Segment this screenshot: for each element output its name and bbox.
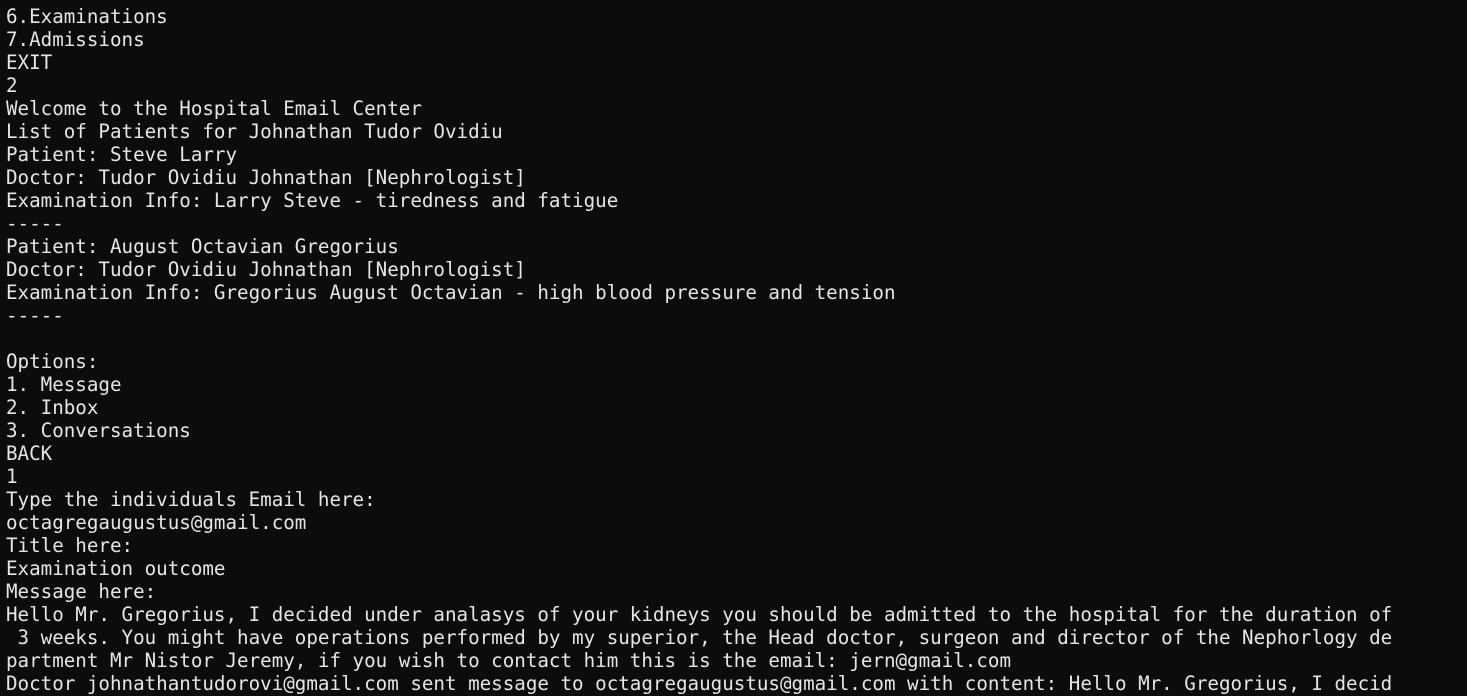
terminal-line-option-conversations: 3. Conversations xyxy=(6,419,191,442)
terminal-line-menu-examinations: 6.Examinations xyxy=(6,5,168,28)
terminal-line-title-prompt: Title here: xyxy=(6,534,134,557)
terminal-line-user-input: 1 xyxy=(6,465,18,488)
terminal-line-patient-list-heading: List of Patients for Johnathan Tudor Ovi… xyxy=(6,120,503,143)
terminal-line-option-message: 1. Message xyxy=(6,373,122,396)
terminal-line-email-prompt: Type the individuals Email here: xyxy=(6,488,376,511)
terminal-line-sent-confirmation: Doctor johnathantudorovi@gmail.com sent … xyxy=(6,672,1393,695)
terminal-line-menu-exit: EXIT xyxy=(6,51,53,74)
terminal-window[interactable]: 6.Examinations 7.Admissions EXIT 2 Welco… xyxy=(0,0,1467,696)
terminal-line-option-inbox: 2. Inbox xyxy=(6,396,99,419)
terminal-line-patient: Patient: Steve Larry xyxy=(6,143,238,166)
terminal-line-title-input: Examination outcome xyxy=(6,557,226,580)
terminal-line-separator: ----- xyxy=(6,212,64,235)
terminal-line-user-input: 2 xyxy=(6,74,18,97)
terminal-line-options-heading: Options: xyxy=(6,350,99,373)
terminal-line-message-input: Hello Mr. Gregorius, I decided under ana… xyxy=(6,603,1393,626)
terminal-line-examination-info: Examination Info: Larry Steve - tirednes… xyxy=(6,189,619,212)
terminal-line-separator: ----- xyxy=(6,304,64,327)
terminal-line-welcome: Welcome to the Hospital Email Center xyxy=(6,97,422,120)
terminal-line-email-input: octagregaugustus@gmail.com xyxy=(6,511,307,534)
terminal-line-examination-info: Examination Info: Gregorius August Octav… xyxy=(6,281,896,304)
terminal-output: 6.Examinations 7.Admissions EXIT 2 Welco… xyxy=(6,5,1467,695)
terminal-line-doctor: Doctor: Tudor Ovidiu Johnathan [Nephrolo… xyxy=(6,166,526,189)
terminal-line-option-back: BACK xyxy=(6,442,53,465)
terminal-line-message-input: partment Mr Nistor Jeremy, if you wish t… xyxy=(6,649,1012,672)
terminal-line-patient: Patient: August Octavian Gregorius xyxy=(6,235,399,258)
terminal-line-message-prompt: Message here: xyxy=(6,580,157,603)
terminal-line-message-input: 3 weeks. You might have operations perfo… xyxy=(6,626,1393,649)
terminal-line-doctor: Doctor: Tudor Ovidiu Johnathan [Nephrolo… xyxy=(6,258,526,281)
terminal-line-menu-admissions: 7.Admissions xyxy=(6,28,145,51)
